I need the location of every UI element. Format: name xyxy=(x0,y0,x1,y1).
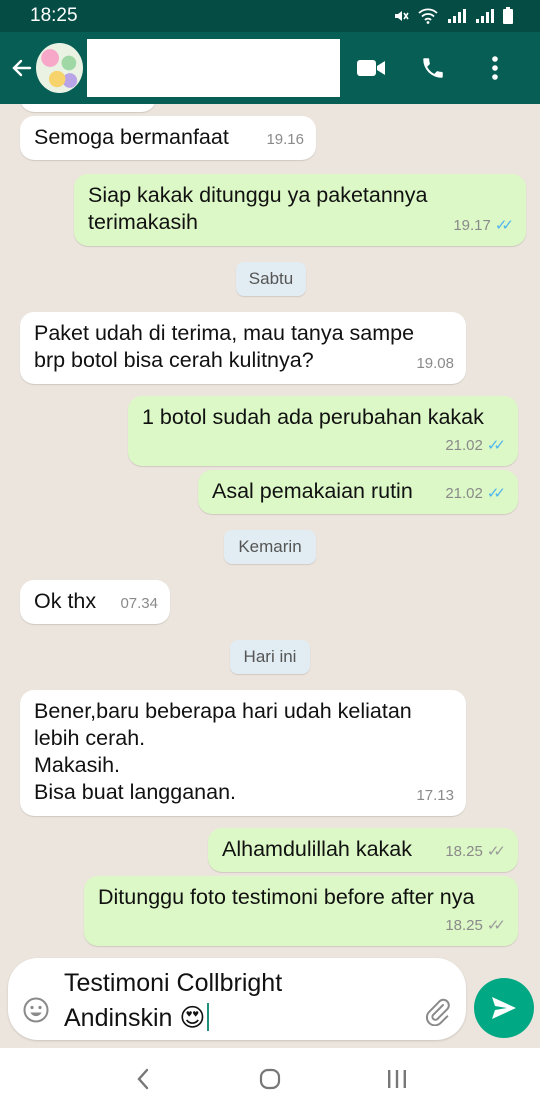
message-incoming[interactable]: Ok thx 07.34 xyxy=(20,580,170,624)
message-time: 21.02 ✓✓ xyxy=(445,480,506,507)
send-button[interactable] xyxy=(474,978,534,1038)
message-incoming[interactable]: Bener,baru beberapa hari udah keliatan l… xyxy=(20,690,466,816)
message-text: Bener,baru beberapa hari udah keliatan l… xyxy=(34,699,412,804)
more-options-button[interactable] xyxy=(464,43,526,93)
back-button[interactable] xyxy=(8,56,36,80)
system-nav-bar xyxy=(0,1048,540,1110)
emoji-icon xyxy=(23,997,49,1023)
nav-home-button[interactable] xyxy=(240,1054,300,1104)
delivered-ticks-icon: ✓✓ xyxy=(486,843,506,860)
video-call-button[interactable] xyxy=(340,43,402,93)
message-list[interactable]: Semoga bermanfaat 19.16 Siap kakak ditun… xyxy=(0,104,540,960)
message-outgoing[interactable]: Asal pemakaian rutin 21.02 ✓✓ xyxy=(198,470,518,514)
message-outgoing[interactable]: Ditunggu foto testimoni before after nya… xyxy=(84,876,518,946)
nav-recents-button[interactable] xyxy=(367,1054,427,1104)
contact-avatar[interactable] xyxy=(36,43,83,93)
message-text: Ditunggu foto testimoni before after nya xyxy=(98,885,475,909)
arrow-left-icon xyxy=(12,59,32,77)
status-bar: 18:25 xyxy=(0,0,540,32)
emoji-button[interactable] xyxy=(22,996,50,1024)
date-divider: Hari ini xyxy=(230,640,310,674)
battery-icon xyxy=(503,7,513,24)
phone-icon xyxy=(423,58,443,78)
header-actions xyxy=(340,43,526,93)
message-incoming[interactable]: Paket udah di terima, mau tanya sampe br… xyxy=(20,312,466,384)
chat-header xyxy=(0,32,540,104)
message-time: 17.13 xyxy=(416,787,454,804)
message-text: Paket udah di terima, mau tanya sampe br… xyxy=(34,321,415,372)
message-text: Semoga bermanfaat xyxy=(34,125,229,149)
mute-icon xyxy=(395,11,409,21)
recents-icon xyxy=(387,1070,406,1088)
message-text: Ok thx xyxy=(34,589,97,613)
message-composer[interactable]: Testimoni Collbright Andinskin 😍 xyxy=(8,958,466,1040)
more-vert-icon xyxy=(492,56,498,80)
message-outgoing[interactable]: Alhamdulillah kakak 18.25 ✓✓ xyxy=(208,828,518,872)
text-caret xyxy=(207,1003,210,1031)
wifi-icon xyxy=(418,8,438,24)
message-time: 19.17 ✓✓ xyxy=(453,212,514,239)
message-outgoing[interactable]: 1 botol sudah ada perubahan kakak 21.02 ✓… xyxy=(128,396,518,466)
send-icon xyxy=(492,997,516,1019)
date-divider: Sabtu xyxy=(236,262,306,296)
message-time: 18.25 ✓✓ xyxy=(445,838,506,865)
message-outgoing[interactable]: Siap kakak ditunggu ya paketannya terima… xyxy=(74,174,526,246)
status-icons xyxy=(392,7,514,25)
message-input[interactable]: Testimoni Collbright Andinskin 😍 xyxy=(64,966,404,1036)
delivered-ticks-icon: ✓✓ xyxy=(486,917,506,934)
nav-back-button[interactable] xyxy=(113,1054,173,1104)
message-incoming[interactable]: Semoga bermanfaat 19.16 xyxy=(20,116,316,160)
read-ticks-icon: ✓✓ xyxy=(486,437,506,454)
message-time: 21.02 ✓✓ xyxy=(445,432,506,459)
message-time: 18.25 ✓✓ xyxy=(445,912,506,939)
message-time: 19.16 xyxy=(266,131,304,148)
read-ticks-icon: ✓✓ xyxy=(494,217,514,234)
home-icon xyxy=(259,1068,281,1090)
paperclip-icon xyxy=(425,998,450,1027)
date-divider: Kemarin xyxy=(224,530,316,564)
message-text: Siap kakak ditunggu ya paketannya terima… xyxy=(88,183,428,234)
chevron-left-icon xyxy=(137,1068,149,1090)
signal-icon xyxy=(448,9,466,23)
message-text: 1 botol sudah ada perubahan kakak xyxy=(142,405,484,429)
message-time: 07.34 xyxy=(120,595,158,612)
message-text: Alhamdulillah kakak xyxy=(222,837,413,861)
message-bubble-partial xyxy=(20,104,156,112)
status-time: 18:25 xyxy=(30,5,78,26)
video-call-icon xyxy=(357,60,385,76)
read-ticks-icon: ✓✓ xyxy=(486,485,506,502)
contact-name-redacted[interactable] xyxy=(86,39,340,97)
attach-button[interactable] xyxy=(422,996,452,1027)
message-text: Asal pemakaian rutin xyxy=(212,479,413,503)
message-time: 19.08 xyxy=(416,355,454,372)
voice-call-button[interactable] xyxy=(402,43,464,93)
signal-icon xyxy=(476,9,494,23)
